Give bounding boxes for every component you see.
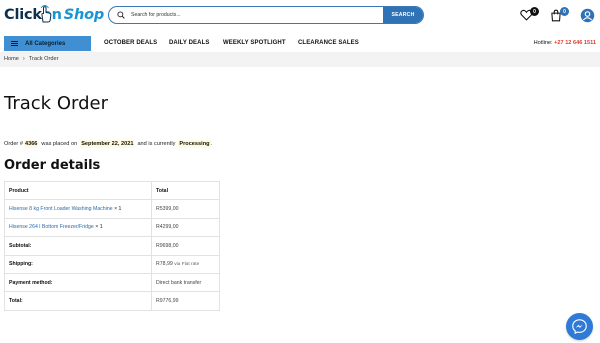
product-cell: Hisense 264 l Bottom Freezer/Fridge × 1 [4,217,152,238]
messenger-chat-button[interactable] [566,313,593,340]
table-header-row: Product Total [4,180,220,201]
pointer-hand-icon [40,5,52,23]
shipping-value: R78,99 [156,261,173,268]
notice-text-placed: was placed on [41,141,78,147]
shipping-method: via Flat rate [174,262,200,268]
table-row: Total: R9776,99 [4,291,220,311]
notice-text-status: and is currently [137,141,176,147]
wishlist-count-badge: 0 [530,7,539,16]
order-notice: Order # 4366 was placed on September 22,… [4,140,212,148]
column-header-product: Product [4,180,152,201]
user-icon [580,8,594,22]
order-date: September 22, 2021 [80,140,135,148]
table-row: Hisense 8 kg Front Loader Washing Machin… [4,199,220,219]
order-details-heading: Order details [4,158,101,173]
table-row: Subtotal: R9698,00 [4,236,220,256]
column-header-total: Total [151,180,220,201]
payment-method-value: Direct bank transfer [151,272,220,293]
nav-item-october-deals[interactable]: OCTOBER DEALS [104,40,157,46]
nav-item-daily-deals[interactable]: DAILY DEALS [169,40,209,46]
search-icon [114,8,128,22]
breadcrumb: Home › Track Order [4,56,58,62]
hotline: Hotline: +27 12 646 1511 [534,40,596,46]
product-quantity: × 1 [95,224,103,231]
all-categories-button[interactable]: All Categories [4,36,91,51]
subtotal-label: Subtotal: [4,236,152,256]
search-input[interactable] [128,7,383,23]
all-categories-label: All Categories [25,40,66,47]
notice-prefix: Order # [4,141,23,147]
product-cell: Hisense 8 kg Front Loader Washing Machin… [4,199,152,219]
hotline-label: Hotline: [533,40,553,46]
breadcrumb-home[interactable]: Home [4,56,19,62]
notice-suffix: . [210,141,213,147]
site-logo[interactable]: Click on Shop [4,3,104,27]
shipping-label: Shipping: [4,254,152,274]
page: Click on Shop SEARCH 0 0 All Categories … [0,0,600,343]
total-value: R9776,99 [151,291,220,311]
nav-item-clearance-sales[interactable]: CLEARANCE SALES [298,40,359,46]
nav-item-weekly-spotlight[interactable]: WEEKLY SPOTLIGHT [223,40,286,46]
account-button[interactable] [579,7,595,23]
total-label: Total: [4,291,152,311]
subtotal-value: R9698,00 [151,236,220,256]
order-number: 4366 [23,140,39,148]
menu-icon [11,40,18,48]
product-quantity: × 1 [114,206,122,213]
shipping-cell: R78,99 via Flat rate [151,254,220,274]
search-bar: SEARCH [108,6,424,24]
messenger-icon [572,319,587,335]
cart-count-badge: 0 [560,7,569,16]
table-row: Shipping: R78,99 via Flat rate [4,254,220,274]
search-button[interactable]: SEARCH [383,7,423,23]
table-row: Payment method: Direct bank transfer [4,272,220,293]
breadcrumb-bar [0,52,600,67]
order-status: Processing [178,140,211,148]
payment-method-label: Payment method: [4,272,152,293]
line-total: R5399,00 [151,199,220,219]
table-row: Hisense 264 l Bottom Freezer/Fridge × 1 … [4,217,220,238]
logo-text-click: Click [4,7,42,23]
hotline-number[interactable]: +27 12 646 1511 [554,40,596,46]
product-link[interactable]: Hisense 264 l Bottom Freezer/Fridge [9,224,94,230]
line-total: R4299,00 [151,217,220,238]
order-details-table: Product Total Hisense 8 kg Front Loader … [4,180,220,311]
page-title: Track Order [4,93,108,114]
breadcrumb-current: Track Order [28,56,59,62]
breadcrumb-separator: › [22,56,25,62]
product-link[interactable]: Hisense 8 kg Front Loader Washing Machin… [9,206,113,212]
logo-text-shop: Shop [63,7,105,23]
